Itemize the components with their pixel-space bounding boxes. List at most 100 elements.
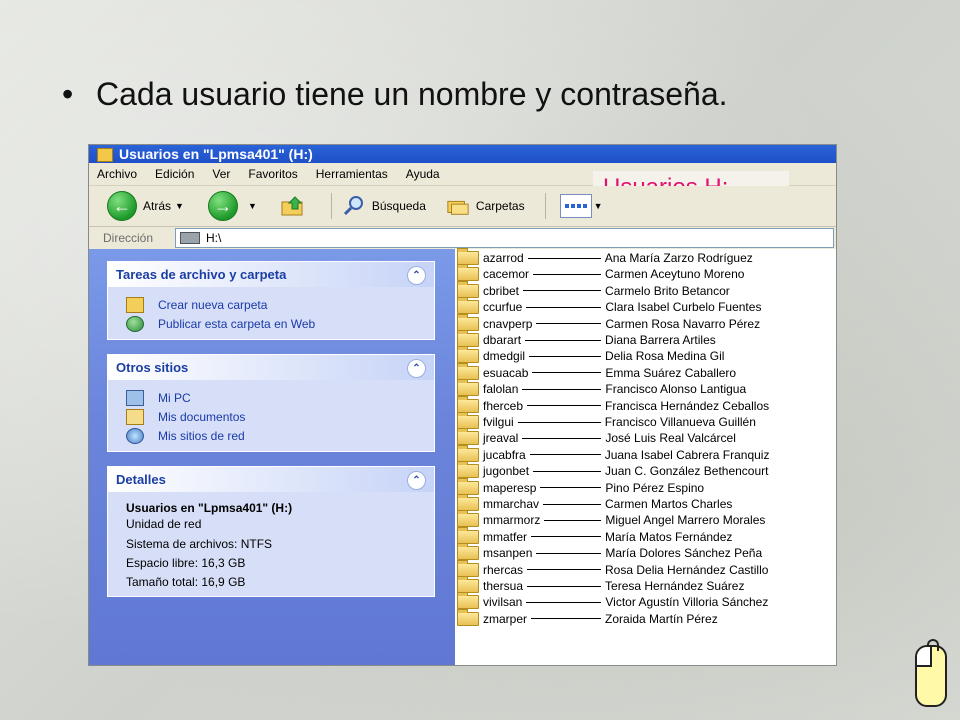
leader-line [533, 470, 602, 472]
menu-edicion[interactable]: Edición [155, 163, 194, 185]
leader-line [533, 273, 602, 275]
menu-archivo[interactable]: Archivo [97, 163, 137, 185]
folder-icon [457, 313, 479, 331]
user-full-name: Carmen Martos Charles [605, 497, 733, 511]
user-full-name: Emma Suárez Caballero [605, 365, 737, 380]
leader-line [527, 257, 601, 259]
folder-login: azarrod [483, 251, 524, 265]
tasks-panel: Tareas de archivo y carpeta ⌃ Crear nuev… [107, 261, 435, 340]
folders-button[interactable]: Carpetas [446, 195, 525, 217]
folder-icon [457, 608, 479, 626]
user-full-name: Miguel Angel Marrero Morales [605, 513, 766, 528]
network-icon [126, 427, 144, 444]
folder-row[interactable]: azarrod Ana María Zarzo Rodríguez [455, 248, 836, 266]
folder-row[interactable]: mmarmorz Miguel Angel Marrero Morales [455, 510, 836, 528]
back-label: Atrás [143, 199, 172, 213]
folder-row[interactable]: jugonbet Juan C. González Bethencourt [455, 461, 836, 479]
place-network[interactable]: Mis sitios de red [126, 426, 434, 445]
folder-row[interactable]: mmatfer María Matos Fernández [455, 526, 836, 545]
menu-favoritos[interactable]: Favoritos [248, 163, 297, 185]
leader-line [522, 437, 602, 439]
folder-row[interactable]: cnavperp Carmen Rosa Navarro Pérez [455, 313, 836, 332]
folder-icon [457, 526, 479, 544]
leader-line [527, 569, 602, 571]
details-name: Usuarios en "Lpmsa401" (H:) [126, 501, 293, 515]
folder-row[interactable]: rhercas Rosa Delia Hernández Castillo [455, 559, 836, 578]
folder-row[interactable]: vivilsan Victor Agustín Villoria Sánchez [455, 592, 836, 610]
user-full-name: Clara Isabel Curbelo Fuentes [605, 300, 762, 315]
folder-login: msanpen [483, 546, 533, 561]
chevron-down-icon[interactable]: ▼ [248, 201, 257, 211]
folder-login: ccurfue [483, 300, 523, 315]
folder-login: fherceb [483, 398, 524, 413]
leader-line [543, 503, 602, 505]
user-full-name: Ana María Zarzo Rodríguez [604, 251, 753, 265]
folder-row[interactable]: jucabfra Juana Isabel Cabrera Franquiz [455, 444, 836, 463]
computer-icon [126, 389, 144, 406]
place-my-pc[interactable]: Mi PC [126, 388, 434, 407]
leader-line [544, 519, 602, 521]
folder-row[interactable]: dmedgil Delia Rosa Medina Gil [455, 346, 836, 364]
collapse-icon[interactable]: ⌃ [407, 266, 426, 285]
back-button[interactable]: ← Atrás ▼ [107, 191, 198, 221]
folder-icon [457, 576, 479, 593]
folder-row[interactable]: falolan Francisco Alonso Lantigua [455, 379, 836, 397]
user-full-name: Juana Isabel Cabrera Franquiz [604, 447, 770, 462]
places-panel-title: Otros sitios [116, 360, 189, 375]
address-bar: Dirección H:\ [89, 227, 836, 250]
leader-line [531, 536, 602, 538]
address-input[interactable]: H:\ [175, 228, 834, 248]
folder-row[interactable]: fherceb Francisca Hernández Ceballos [455, 395, 836, 414]
leader-line [526, 601, 602, 603]
folder-icon [457, 477, 479, 495]
menu-ayuda[interactable]: Ayuda [406, 163, 440, 185]
forward-button[interactable]: → ▼ [207, 191, 271, 221]
menu-ver[interactable]: Ver [212, 163, 230, 185]
folder-row[interactable]: maperesp Pino Pérez Espino [455, 477, 836, 496]
folder-icon [457, 362, 479, 380]
folder-row[interactable]: cacemor Carmen Aceytuno Moreno [455, 264, 836, 282]
menu-herramientas[interactable]: Herramientas [316, 163, 388, 185]
menu-bar: Archivo Edición Ver Favoritos Herramient… [89, 163, 836, 205]
folder-row[interactable]: ccurfue Clara Isabel Curbelo Fuentes [455, 297, 836, 315]
folder-login: cacemor [483, 267, 530, 282]
place-my-documents[interactable]: Mis documentos [126, 407, 434, 426]
details-panel-header[interactable]: Detalles ⌃ [108, 467, 434, 492]
folder-row[interactable]: thersua Teresa Hernández Suárez [455, 576, 836, 594]
task-publish-web[interactable]: Publicar esta carpeta en Web [126, 314, 434, 333]
user-full-name: Rosa Delia Hernández Castillo [605, 562, 769, 577]
folder-icon [97, 148, 113, 162]
user-full-name: Francisca Hernández Ceballos [605, 398, 770, 413]
folder-row[interactable]: jreaval José Luis Real Valcárcel [455, 428, 836, 446]
title-bar[interactable]: Usuarios en "Lpmsa401" (H:) [89, 145, 836, 163]
tasks-panel-header[interactable]: Tareas de archivo y carpeta ⌃ [108, 262, 434, 287]
folder-login: jugonbet [483, 464, 530, 479]
address-label: Dirección [103, 231, 154, 245]
user-full-name: Teresa Hernández Suárez [605, 579, 745, 593]
search-button[interactable]: Búsqueda [342, 195, 426, 217]
folder-row[interactable]: fvilgui Francisco Villanueva Guillén [455, 412, 836, 430]
up-folder-button[interactable] [281, 195, 311, 217]
folder-login: maperesp [483, 480, 537, 495]
details-free-space: Espacio libre: 16,3 GB [126, 556, 246, 570]
chevron-down-icon[interactable]: ▼ [175, 201, 184, 211]
folder-row[interactable]: msanpen María Dolores Sánchez Peña [455, 543, 836, 561]
user-full-name: Juan C. González Bethencourt [605, 464, 769, 479]
folder-row[interactable]: zmarper Zoraida Martín Pérez [455, 608, 836, 627]
folder-row[interactable]: esuacab Emma Suárez Caballero [455, 362, 836, 381]
folder-row[interactable]: cbribet Carmelo Brito Betancor [455, 280, 836, 299]
chevron-down-icon[interactable]: ▼ [594, 201, 603, 211]
collapse-icon[interactable]: ⌃ [407, 471, 426, 490]
folder-row[interactable]: mmarchav Carmen Martos Charles [455, 494, 836, 512]
folder-row[interactable]: dbarart Diana Barrera Artiles [455, 330, 836, 348]
forward-arrow-icon: → [207, 191, 238, 221]
window-title: Usuarios en "Lpmsa401" (H:) [119, 146, 313, 162]
toolbar-separator [544, 193, 546, 219]
task-new-folder[interactable]: Crear nueva carpeta [126, 295, 434, 314]
folder-icon [457, 559, 479, 577]
user-full-name: Carmen Aceytuno Moreno [605, 267, 745, 282]
views-button[interactable]: ▼ [556, 194, 617, 218]
collapse-icon[interactable]: ⌃ [407, 359, 426, 378]
mouse-button [917, 647, 932, 667]
places-panel-header[interactable]: Otros sitios ⌃ [108, 355, 434, 380]
